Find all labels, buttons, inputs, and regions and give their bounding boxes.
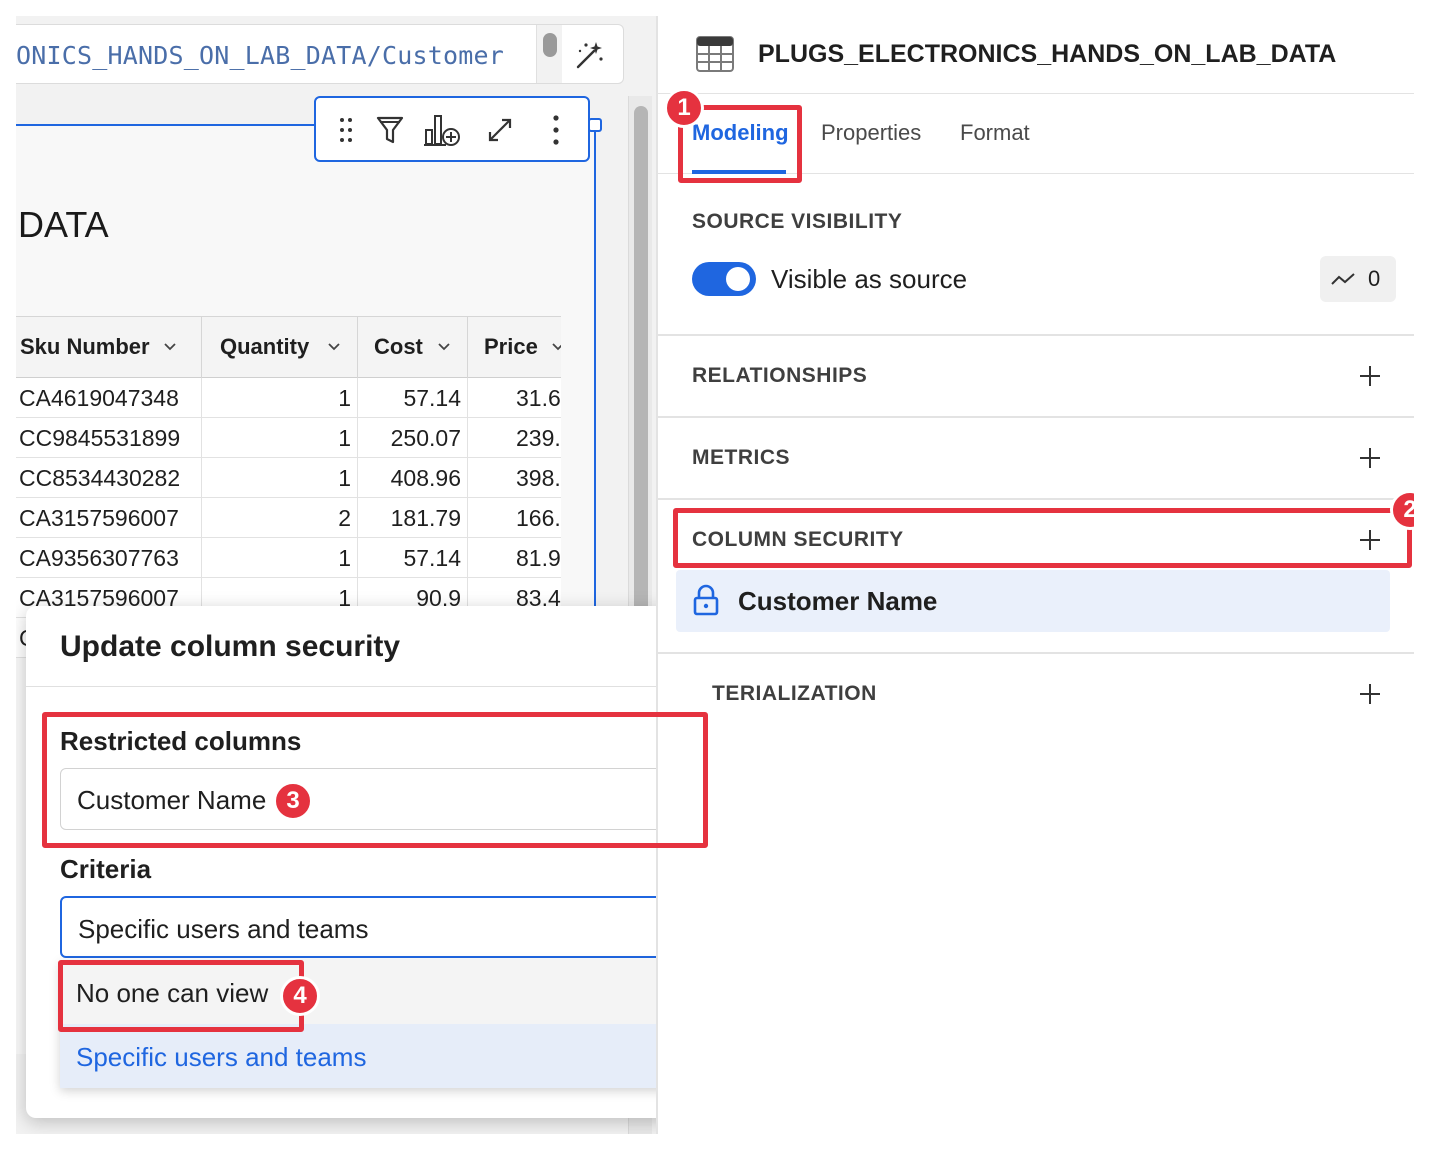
metrics-header: METRICS	[692, 446, 790, 469]
source-visibility-header: SOURCE VISIBILITY	[692, 210, 903, 233]
table-row[interactable]: CA3157596007 2 181.79 166.	[16, 498, 561, 538]
column-header-sku-number[interactable]: Sku Number	[16, 317, 202, 379]
panel-title: PLUGS_ELECTRONICS_HANDS_ON_LAB_DATA	[758, 40, 1337, 68]
step-badge-4: 4	[280, 976, 320, 1016]
add-chart-icon[interactable]	[422, 110, 462, 150]
table-cell[interactable]: CA4619047348	[16, 378, 202, 418]
table-cell[interactable]: 81.9	[468, 538, 561, 578]
chevron-down-icon[interactable]	[550, 339, 561, 355]
option-specific-users-and-teams[interactable]: Specific users and teams	[60, 1024, 694, 1088]
chevron-down-icon[interactable]	[436, 339, 452, 355]
usage-count-button[interactable]: 0	[1320, 256, 1396, 302]
add-materialization-plus-icon[interactable]	[1358, 682, 1382, 706]
element-toolbar	[314, 96, 590, 162]
tab-format[interactable]: Format	[960, 120, 1030, 146]
properties-panel: PLUGS_ELECTRONICS_HANDS_ON_LAB_DATA Mode…	[656, 16, 1414, 1134]
lock-icon	[693, 584, 719, 616]
step-badge-1: 1	[664, 88, 704, 128]
table-cell[interactable]: CA3157596007	[16, 498, 202, 538]
table-cell[interactable]: 250.07	[358, 418, 468, 458]
table-cell[interactable]: 408.96	[358, 458, 468, 498]
relationships-header: RELATIONSHIPS	[692, 364, 868, 387]
app-screen: ONICS_HANDS_ON_LAB_DATA/Customer DATA Sk…	[16, 16, 1414, 1134]
expand-icon[interactable]	[480, 110, 520, 150]
table-cell[interactable]: 166.	[468, 498, 561, 538]
tab-properties[interactable]: Properties	[821, 120, 921, 146]
table-cell[interactable]: 57.14	[358, 538, 468, 578]
usage-count: 0	[1368, 266, 1381, 291]
table-cell[interactable]: 2	[202, 498, 358, 538]
path-text[interactable]: ONICS_HANDS_ON_LAB_DATA/Customer	[16, 41, 504, 70]
table-row[interactable]: CA4619047348 1 57.14 31.6	[16, 378, 561, 418]
visible-as-source-toggle[interactable]	[692, 262, 756, 296]
update-column-security-dialog: Update column security Restricted column…	[26, 606, 726, 1118]
column-header-quantity[interactable]: Quantity	[202, 317, 358, 379]
section-divider	[658, 498, 1414, 500]
highlight-box-column-security	[673, 508, 1412, 568]
step-badge-3: 3	[273, 781, 313, 821]
table-cell[interactable]: 239.1	[468, 418, 561, 458]
chevron-down-icon[interactable]	[162, 339, 178, 355]
table-row[interactable]: CA9356307763 1 57.14 81.9	[16, 538, 561, 578]
magic-wand-icon[interactable]	[572, 39, 606, 73]
table-cell[interactable]: 31.6	[468, 378, 561, 418]
chevron-down-icon[interactable]	[326, 339, 342, 355]
table-cell[interactable]: 398.9	[468, 458, 561, 498]
table-cell[interactable]: 1	[202, 378, 358, 418]
element-title: DATA	[18, 204, 109, 245]
table-cell[interactable]: 1	[202, 458, 358, 498]
table-cell[interactable]: CC8534430282	[16, 458, 202, 498]
column-security-item-label: Customer Name	[738, 586, 938, 616]
table-cell[interactable]: 1	[202, 418, 358, 458]
table-row[interactable]: CC98455318991250.07239.1	[16, 418, 561, 458]
more-options-icon[interactable]	[536, 110, 576, 150]
drag-handle-icon[interactable]	[326, 110, 366, 150]
materialization-header: TERIALIZATION	[712, 682, 877, 705]
resize-handle[interactable]	[588, 118, 602, 132]
trend-icon	[1331, 273, 1355, 285]
column-security-item[interactable]: Customer Name	[676, 570, 1390, 632]
panel-header: PLUGS_ELECTRONICS_HANDS_ON_LAB_DATA	[658, 16, 1414, 94]
table-icon	[696, 36, 734, 72]
table-row[interactable]: CC85344302821408.96398.9	[16, 458, 561, 498]
table-cell[interactable]: 1	[202, 538, 358, 578]
table-header: Sku Number Quantity Cost Price	[16, 316, 561, 379]
filter-icon[interactable]	[370, 110, 410, 150]
add-metric-plus-icon[interactable]	[1358, 446, 1382, 470]
column-header-cost[interactable]: Cost	[358, 317, 468, 379]
dialog-divider	[26, 686, 726, 687]
highlight-box-restricted-columns	[42, 712, 708, 848]
criteria-value: Specific users and teams	[78, 914, 369, 944]
dialog-title: Update column security	[60, 630, 401, 663]
section-divider	[658, 652, 1414, 654]
table-cell[interactable]: 57.14	[358, 378, 468, 418]
criteria-label: Criteria	[60, 854, 152, 884]
table-cell[interactable]: CA9356307763	[16, 538, 202, 578]
criteria-select[interactable]: Specific users and teams	[60, 896, 694, 958]
add-relationship-plus-icon[interactable]	[1358, 364, 1382, 388]
visible-as-source-label: Visible as source	[771, 264, 968, 294]
path-bar[interactable]: ONICS_HANDS_ON_LAB_DATA/Customer	[16, 24, 624, 84]
section-divider	[658, 416, 1414, 418]
path-scrollbar[interactable]	[536, 25, 562, 83]
highlight-box-no-one-can-view	[58, 960, 304, 1032]
table-cell[interactable]: CC9845531899	[16, 418, 202, 458]
table-cell[interactable]: 181.79	[358, 498, 468, 538]
column-header-price[interactable]: Price	[468, 317, 561, 379]
section-divider	[658, 334, 1414, 336]
